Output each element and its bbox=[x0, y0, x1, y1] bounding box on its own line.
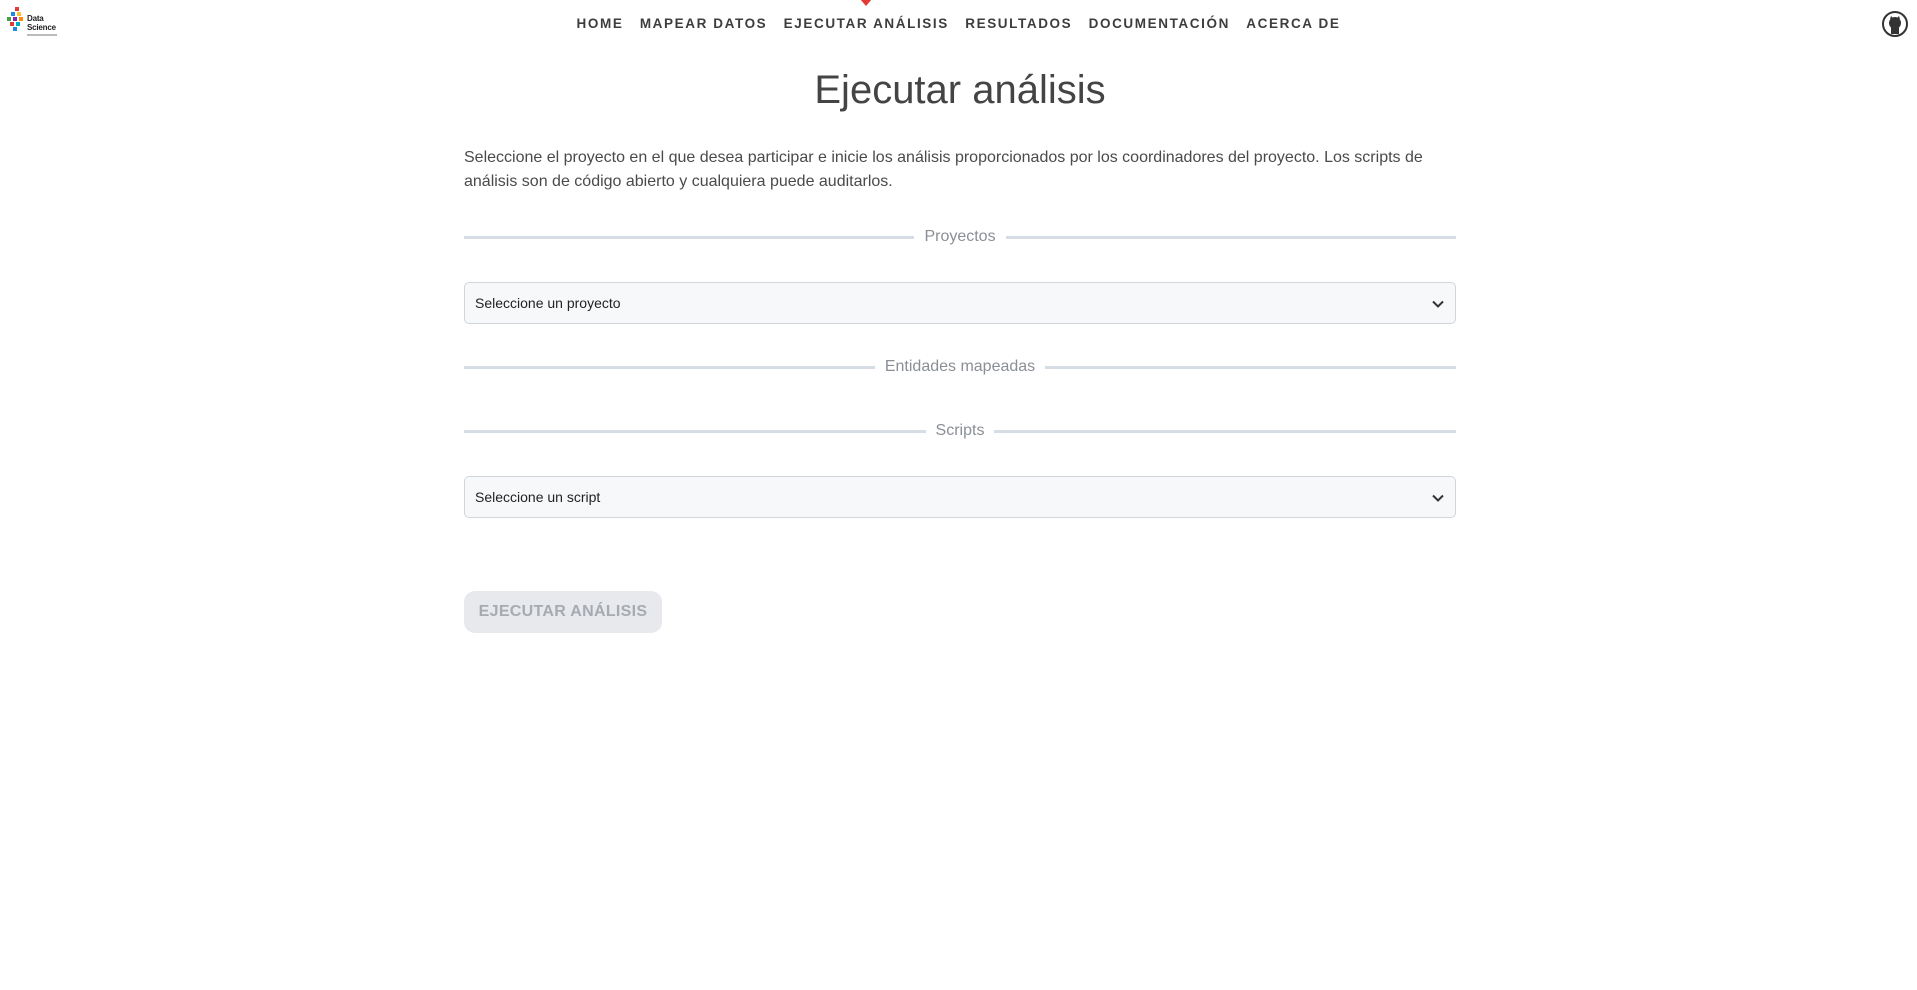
nav-item-acerca-de[interactable]: ACERCA DE bbox=[1238, 16, 1349, 31]
section-label-projects: Proyectos bbox=[924, 228, 996, 245]
page-title: Ejecutar análisis bbox=[814, 68, 1106, 112]
nav-item-ejecutar-analisis[interactable]: EJECUTAR ANÁLISIS bbox=[775, 0, 957, 31]
section-label-entities: Entidades mapeadas bbox=[884, 358, 1036, 375]
project-select-value: Seleccione un proyecto bbox=[475, 295, 621, 311]
script-select-value: Seleccione un script bbox=[475, 489, 601, 505]
nav-item-mapear-datos[interactable]: MAPEAR DATOS bbox=[632, 16, 776, 31]
section-label-scripts: Scripts bbox=[935, 422, 985, 439]
project-select[interactable]: Seleccione un proyecto bbox=[464, 282, 1456, 324]
nav-item-documentacion[interactable]: DOCUMENTACIÓN bbox=[1080, 16, 1238, 31]
nav-item-resultados[interactable]: RESULTADOS bbox=[957, 16, 1080, 31]
nav-item-home[interactable]: HOME bbox=[568, 16, 631, 31]
section-divider-entities: Entidades mapeadas bbox=[464, 357, 1457, 377]
top-navbar: Data Science HOME MAPEAR DATOS EJECUTAR … bbox=[0, 0, 1917, 46]
main-nav: HOME MAPEAR DATOS EJECUTAR ANÁLISIS RESU… bbox=[0, 0, 1917, 46]
section-divider-projects: Proyectos bbox=[464, 227, 1457, 247]
section-divider-scripts: Scripts bbox=[464, 421, 1456, 441]
github-icon[interactable] bbox=[1882, 11, 1908, 37]
script-select[interactable]: Seleccione un script bbox=[464, 476, 1456, 518]
chevron-down-icon bbox=[1432, 300, 1444, 308]
run-analysis-button[interactable]: EJECUTAR ANÁLISIS bbox=[464, 591, 662, 633]
intro-text: Seleccione el proyecto en el que desea p… bbox=[464, 149, 1423, 190]
chevron-down-icon bbox=[1432, 494, 1444, 502]
